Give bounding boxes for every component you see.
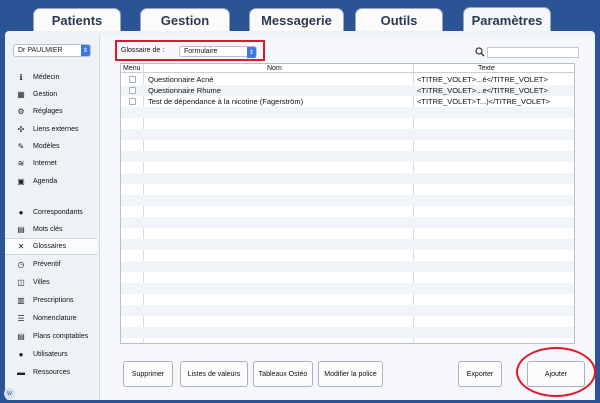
tab-parametres[interactable]: Paramètres <box>463 7 551 33</box>
row-nom: Questionnaire Rhume <box>148 86 221 95</box>
tab-messagerie[interactable]: Messagerie <box>249 8 344 32</box>
listes-de-valeurs-button[interactable]: Listes de valeurs <box>180 361 248 387</box>
tab-gestion[interactable]: Gestion <box>140 8 230 32</box>
ajouter-highlight <box>516 347 596 397</box>
person-icon: ● <box>18 207 24 217</box>
glossary-content: Glossaire de : Formulaire ⇕ Menu Nom Tex… <box>99 35 596 400</box>
table-row-empty <box>121 151 574 162</box>
menu-checkbox[interactable] <box>129 87 136 94</box>
sidebar-item-reglages[interactable]: ⚙ Réglages <box>5 103 95 119</box>
sidebar-item-liens-externes[interactable]: ✣ Liens externes <box>5 121 95 137</box>
sidebar-item-preventif[interactable]: ◷ Préventif <box>5 256 95 272</box>
settings-panel: Dr PAULMIER ⇕ ℹ Médecin ▦ Gestion ⚙ Réglage… <box>5 31 596 400</box>
row-texte: <TITRE_VOLET>T...)</TITRE_VOLET> <box>417 97 550 106</box>
row-nom: Questionnaire Acné <box>148 75 214 84</box>
table-row-empty <box>121 283 574 294</box>
app-badge-icon: W <box>4 388 15 399</box>
menu-checkbox[interactable] <box>129 98 136 105</box>
glossary-table: Menu Nom Texte Questionnaire Acné <TITRE… <box>120 63 575 344</box>
table-row-empty <box>121 239 574 250</box>
sidebar-item-plans-comptables[interactable]: ▤ Plans comptables <box>5 328 95 344</box>
doctor-select-value: Dr PAULMIER <box>18 47 63 54</box>
sidebar-item-modeles[interactable]: ✎ Modèles <box>5 138 95 154</box>
table-row-empty <box>121 107 574 118</box>
glossary-type-label: Glossaire de : <box>121 47 165 54</box>
chevron-updown-icon: ⇕ <box>247 47 256 58</box>
links-icon: ✣ <box>17 124 25 134</box>
tab-outils[interactable]: Outils <box>355 8 443 32</box>
table-row[interactable]: Questionnaire Rhume <TITRE_VOLET>...e</T… <box>121 85 574 96</box>
tableaux-osteo-button[interactable]: Tableaux Ostéo <box>253 361 313 387</box>
sidebar-item-internet[interactable]: ≋ Internet <box>5 155 95 171</box>
column-header-nom[interactable]: Nom <box>267 64 282 73</box>
search-input[interactable] <box>487 47 579 58</box>
keywords-icon: ▤ <box>17 224 25 234</box>
sidebar-item-utilisateurs[interactable]: ● Utilisateurs <box>5 346 95 362</box>
table-row-empty <box>121 261 574 272</box>
sidebar-item-prescriptions[interactable]: ▥ Prescriptions <box>5 292 95 308</box>
table-row-empty <box>121 173 574 184</box>
map-icon: ◫ <box>17 277 25 287</box>
row-nom: Test de dépendance à la nicotine (Fagers… <box>148 97 304 106</box>
search-icon <box>475 47 485 57</box>
table-row-empty <box>121 217 574 228</box>
clock-icon: ◷ <box>17 259 25 269</box>
doctor-select[interactable]: Dr PAULMIER ⇕ <box>13 44 91 57</box>
tab-patients[interactable]: Patients <box>33 8 121 32</box>
list-icon: ☰ <box>17 313 25 323</box>
sidebar-item-medecin[interactable]: ℹ Médecin <box>5 69 95 85</box>
gear-icon: ⚙ <box>17 106 25 116</box>
users-icon: ● <box>18 349 24 359</box>
table-header: Menu Nom Texte <box>121 64 574 73</box>
sidebar-item-agenda[interactable]: ▣ Agenda <box>5 173 95 189</box>
sidebar-item-nomenclature[interactable]: ☰ Nomenclature <box>5 310 95 326</box>
sidebar: Dr PAULMIER ⇕ ℹ Médecin ▦ Gestion ⚙ Réglage… <box>5 31 97 400</box>
exporter-button[interactable]: Exporter <box>458 361 502 387</box>
supprimer-button[interactable]: Supprimer <box>123 361 173 387</box>
glossary-type-value: Formulaire <box>184 48 218 55</box>
prescription-icon: ▥ <box>17 295 25 305</box>
table-row-empty <box>121 195 574 206</box>
sidebar-item-gestion[interactable]: ▦ Gestion <box>5 86 95 102</box>
main-tab-bar: Patients Gestion Messagerie Outils Param… <box>0 0 600 33</box>
sidebar-item-villes[interactable]: ◫ Villes <box>5 274 95 290</box>
car-icon: ▬ <box>17 367 25 377</box>
column-header-menu[interactable]: Menu <box>123 64 141 73</box>
glossary-type-highlight: Glossaire de : Formulaire ⇕ <box>115 40 265 61</box>
wifi-icon: ≋ <box>17 158 25 168</box>
table-row-empty <box>121 305 574 316</box>
calendar-icon: ▣ <box>17 176 25 186</box>
info-icon: ℹ <box>19 72 23 82</box>
table-row[interactable]: Questionnaire Acné <TITRE_VOLET>...é</TI… <box>121 74 574 85</box>
tools-icon: ✕ <box>17 242 25 251</box>
sidebar-item-mots-cles[interactable]: ▤ Mots clés <box>5 221 95 237</box>
sidebar-item-ressources[interactable]: ▬ Ressources <box>5 364 95 380</box>
ledger-icon: ▤ <box>17 331 25 341</box>
menu-checkbox[interactable] <box>129 76 136 83</box>
row-texte: <TITRE_VOLET>...é</TITRE_VOLET> <box>417 75 548 84</box>
row-texte: <TITRE_VOLET>...e</TITRE_VOLET> <box>417 86 548 95</box>
sidebar-item-glossaires[interactable]: ✕ Glossaires <box>5 238 97 255</box>
template-icon: ✎ <box>17 141 25 151</box>
table-row[interactable]: Test de dépendance à la nicotine (Fagers… <box>121 96 574 107</box>
table-row-empty <box>121 327 574 338</box>
column-header-texte[interactable]: Texte <box>478 64 495 73</box>
modifier-police-button[interactable]: Modifier la police <box>318 361 383 387</box>
chevron-updown-icon: ⇕ <box>81 45 90 56</box>
table-row-empty <box>121 129 574 140</box>
glossary-type-select[interactable]: Formulaire ⇕ <box>179 46 257 58</box>
calculator-icon: ▦ <box>17 89 25 99</box>
sidebar-item-correspondants[interactable]: ● Correspondants <box>5 204 95 220</box>
